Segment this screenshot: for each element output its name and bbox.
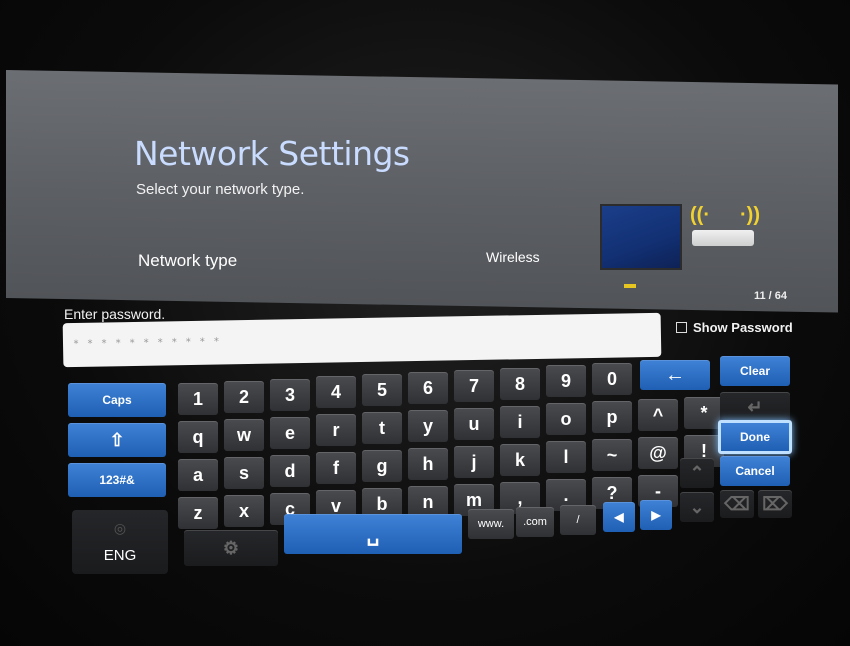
letter-key[interactable]: k — [500, 444, 540, 476]
letter-key[interactable]: d — [270, 455, 310, 487]
number-key[interactable]: 1 — [178, 383, 218, 415]
delete-icon: ⌫ — [724, 493, 750, 514]
enter-icon: ↵ — [747, 396, 763, 417]
letter-key[interactable]: t — [362, 412, 402, 444]
settings-key[interactable]: ⚙ — [184, 530, 278, 566]
character-counter: 11 / 64 — [754, 290, 788, 302]
tv-icon — [600, 204, 682, 270]
letter-key[interactable]: o — [546, 403, 586, 435]
backspace-key[interactable]: ← — [640, 360, 710, 390]
password-prompt: Enter password. — [64, 306, 166, 322]
caps-key[interactable]: Caps — [68, 383, 166, 417]
letter-key[interactable]: l — [546, 441, 586, 473]
letter-key[interactable]: x — [224, 495, 264, 527]
network-type-label: Network type — [138, 251, 238, 270]
letter-key[interactable]: u — [454, 408, 494, 440]
space-icon: ␣ — [366, 523, 380, 546]
checkbox-icon[interactable] — [676, 322, 687, 333]
letter-key[interactable]: s — [224, 457, 264, 489]
www-key[interactable]: www. — [468, 509, 514, 539]
scroll-down-key[interactable]: ⌄ — [680, 492, 714, 522]
backspace-icon: ← — [665, 363, 685, 386]
gear-icon: ⚙ — [222, 537, 240, 558]
letter-key[interactable]: q — [178, 421, 218, 453]
slash-key[interactable]: / — [560, 505, 596, 535]
letter-key[interactable]: @ — [638, 437, 678, 469]
letter-key[interactable]: y — [408, 410, 448, 442]
page-subtitle: Select your network type. — [136, 181, 305, 198]
letter-key[interactable]: a — [178, 459, 218, 491]
letter-key[interactable]: e — [270, 417, 310, 449]
number-key[interactable]: 3 — [270, 379, 310, 411]
letter-key[interactable]: r — [316, 414, 356, 446]
network-type-value: Wireless — [486, 249, 540, 265]
arrow-right-icon: ▶ — [651, 508, 661, 522]
cursor-left-key[interactable]: ◀ — [603, 502, 635, 532]
wifi-signal-icon: ((· — [690, 204, 710, 226]
wifi-signal-icon: ·)) — [740, 204, 760, 226]
letter-key[interactable]: z — [178, 497, 218, 529]
done-button[interactable]: Done — [718, 420, 792, 454]
letter-key[interactable]: p — [592, 401, 632, 433]
letter-key[interactable]: f — [316, 452, 356, 484]
space-key[interactable]: ␣ — [284, 514, 462, 554]
number-key[interactable]: 0 — [592, 363, 632, 395]
shift-icon: ⇧ — [109, 429, 125, 450]
router-icon — [692, 230, 754, 246]
letter-key[interactable]: g — [362, 450, 402, 482]
chevron-up-icon: ⌃ — [689, 462, 705, 483]
cursor-right-key[interactable]: ▶ — [640, 500, 672, 530]
number-key[interactable]: 9 — [546, 365, 586, 397]
cancel-button[interactable]: Cancel — [720, 456, 790, 486]
delete-forward-icon: ⌦ — [762, 493, 788, 514]
number-key[interactable]: 7 — [454, 370, 494, 402]
number-key[interactable]: 5 — [362, 374, 402, 406]
delete-right-key[interactable]: ⌦ — [758, 490, 792, 518]
settings-panel — [6, 70, 838, 313]
show-password-checkbox[interactable]: Show Password — [676, 320, 793, 335]
letter-key[interactable]: h — [408, 448, 448, 480]
chevron-down-icon: ⌄ — [689, 496, 705, 517]
number-key[interactable]: 6 — [408, 372, 448, 404]
page-title: Network Settings — [134, 134, 410, 173]
letter-key[interactable]: j — [454, 446, 494, 478]
arrow-left-icon: ◀ — [614, 510, 624, 524]
tv-stand-icon — [624, 270, 636, 288]
delete-left-key[interactable]: ⌫ — [720, 490, 754, 518]
enter-key[interactable]: ↵ — [720, 392, 790, 422]
symbols-key[interactable]: 123#& — [68, 463, 166, 497]
shift-key[interactable]: ⇧ — [68, 423, 166, 457]
letter-key[interactable]: ^ — [638, 399, 678, 431]
language-key[interactable]: ◎ ENG — [72, 510, 168, 574]
letter-key[interactable]: ~ — [592, 439, 632, 471]
number-key[interactable]: 2 — [224, 381, 264, 413]
clear-button[interactable]: Clear — [720, 356, 790, 386]
show-password-label: Show Password — [693, 320, 793, 335]
language-label: ENG — [103, 547, 137, 564]
scroll-up-key[interactable]: ⌃ — [680, 458, 714, 488]
number-key[interactable]: 8 — [500, 368, 540, 400]
letter-key[interactable]: i — [500, 406, 540, 438]
letter-key[interactable]: w — [224, 419, 264, 451]
com-key[interactable]: .com — [516, 507, 554, 537]
globe-icon: ◎ — [113, 520, 127, 536]
number-key[interactable]: 4 — [316, 376, 356, 408]
